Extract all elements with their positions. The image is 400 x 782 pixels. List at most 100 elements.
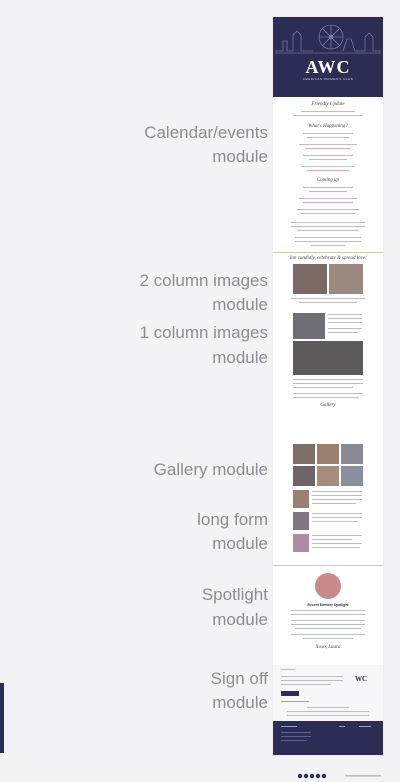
spotlight-line [295, 628, 361, 630]
whats-happening-heading: What's Happening? [308, 124, 348, 129]
label-gallery-module: Gallery module [153, 460, 268, 479]
footer-line [281, 740, 307, 742]
sign-off-button[interactable] [281, 691, 299, 696]
awc-logo: AWC [305, 57, 351, 77]
label-sign-off-module: module [212, 693, 268, 712]
footer-social-logos [297, 773, 381, 779]
footer-line [281, 732, 311, 734]
sign-off-line [307, 707, 349, 709]
long-text-line [293, 393, 363, 395]
gallery-photo [341, 466, 363, 486]
sign-off-line [281, 676, 343, 678]
two-col-image-right [329, 264, 363, 294]
body-line [291, 222, 365, 224]
sign-off-line [287, 715, 369, 717]
gallery-photo [341, 444, 363, 464]
long-text-line [293, 383, 363, 385]
footer-heading [359, 726, 371, 728]
body-line [295, 241, 361, 243]
side-text-line [328, 328, 362, 330]
email-footer [273, 721, 383, 755]
two-col-image-left [293, 264, 327, 294]
footer-heading [339, 726, 345, 728]
long-form-thumb [293, 534, 309, 552]
event-line [303, 187, 353, 189]
label-calendar-events-module: module [212, 147, 268, 166]
footer-line [281, 736, 311, 738]
long-form-line [312, 539, 352, 541]
long-form-thumb [293, 512, 309, 530]
sign-off-line [281, 680, 343, 682]
footer-heading [281, 726, 297, 728]
side-text-line [328, 314, 362, 316]
gallery-photo [293, 444, 315, 464]
email-header: AWC AMERICAN WOMEN'S CLUB [273, 17, 383, 97]
adjacent-email-edge [0, 683, 4, 753]
event-line [299, 144, 357, 146]
event-link[interactable] [307, 137, 349, 139]
sign-off-link[interactable] [281, 701, 309, 703]
spotlight-line [291, 610, 365, 612]
long-form-thumb [293, 490, 309, 508]
long-text-line [293, 397, 359, 399]
module-labels: Calendar/events module 2 column images m… [0, 0, 268, 782]
label-long-form: long form [197, 510, 268, 529]
sign-off-line [287, 711, 369, 713]
long-form-line [312, 503, 356, 505]
body-line [295, 237, 361, 239]
side-text-line [328, 322, 362, 324]
label-spotlight-module: module [212, 610, 268, 629]
body-line [291, 226, 365, 228]
label-two-column-images-module: module [212, 295, 268, 314]
event-line [301, 213, 355, 215]
long-form-line [312, 499, 362, 501]
section-divider [273, 565, 383, 566]
long-text-line [293, 387, 353, 389]
event-link[interactable] [305, 148, 351, 150]
event-line [301, 166, 355, 168]
one-col-image-wide [293, 341, 363, 375]
gallery-photo [317, 466, 339, 486]
event-line [303, 155, 353, 157]
label-one-column-images-module: module [212, 348, 268, 367]
spotlight-line [291, 614, 365, 616]
event-line [299, 198, 357, 200]
long-form-line [312, 517, 362, 519]
long-form-line [312, 491, 362, 493]
long-form-line [312, 543, 362, 545]
label-sign-off: Sign off [210, 669, 268, 688]
long-form-line [312, 495, 362, 497]
label-calendar-events: Calendar/events [144, 123, 268, 142]
long-form-line [312, 535, 362, 537]
spotlight-line [291, 624, 365, 626]
greeting-heading: Friendly Update [311, 102, 345, 107]
spotlight-line [291, 634, 365, 636]
side-text-line [328, 318, 362, 320]
event-link[interactable] [307, 170, 349, 172]
event-line [303, 133, 353, 135]
long-form-line [312, 547, 360, 549]
event-link[interactable] [309, 191, 347, 193]
side-text-line [328, 332, 358, 334]
body-line [297, 230, 359, 232]
label-two-column-images: 2 column images [139, 271, 268, 290]
long-form-line [312, 521, 358, 523]
label-spotlight: Spotlight [201, 585, 268, 604]
label-long-form-module: module [212, 534, 268, 553]
spotlight-line [291, 620, 365, 622]
event-link[interactable] [309, 159, 347, 161]
spotlight-avatar [315, 573, 341, 599]
sign-off-logo: WC [355, 675, 368, 683]
one-col-image-small [293, 313, 325, 339]
gallery-photo [293, 466, 315, 486]
images-section-heading: Jan candidly, celebrate & spread love! [289, 256, 367, 261]
section-divider [273, 252, 383, 253]
spotlight-title: Recent Member Spotlight [307, 603, 349, 607]
long-text-line [293, 379, 363, 381]
event-link[interactable] [303, 202, 353, 204]
label-one-column-images: 1 column images [139, 323, 268, 342]
email-preview: AWC AMERICAN WOMEN'S CLUB Friendly Updat… [273, 17, 383, 755]
event-line [297, 209, 359, 211]
coming-up-heading: Coming up [316, 178, 340, 183]
caption-line [299, 302, 357, 304]
